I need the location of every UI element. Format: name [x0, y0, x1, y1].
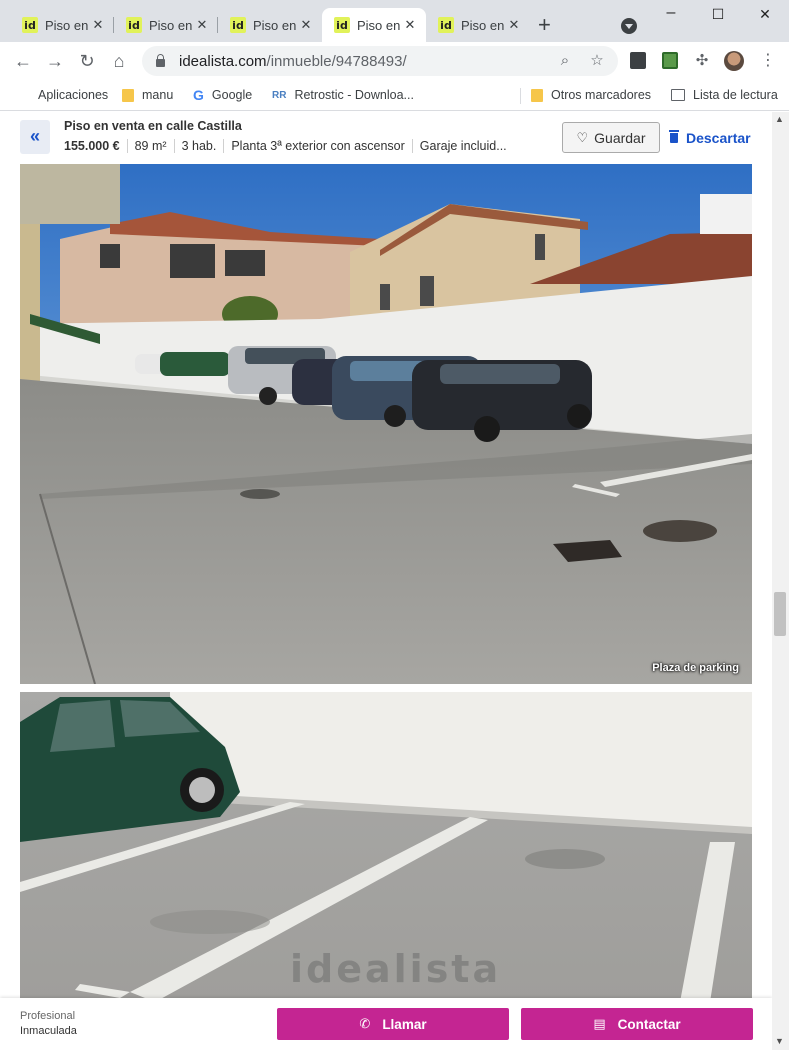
- bookmarks-bar: Aplicaciones manu G Google RR Retrostic …: [0, 80, 789, 111]
- window-close-icon[interactable]: ✕: [753, 6, 777, 26]
- folder-icon: [122, 88, 134, 102]
- tab-title: Piso en venta en calle Castilla: [253, 17, 298, 33]
- tab-title: Piso en venta en calle Castilla: [45, 17, 90, 33]
- ad-features: 155.000 € 89 m² 3 hab. Planta 3ª exterio…: [64, 139, 514, 153]
- feature-floor: Planta 3ª exterior con ascensor: [223, 139, 411, 153]
- avatar[interactable]: [724, 51, 744, 71]
- parking-photo-image: [20, 164, 752, 684]
- scroll-down-icon[interactable]: ▼: [775, 1036, 784, 1046]
- retrostic-icon: RR: [272, 89, 287, 101]
- forward-arrow-icon[interactable]: →: [42, 48, 68, 74]
- idealista-favicon-icon: id: [438, 17, 454, 33]
- scroll-thumb[interactable]: [774, 592, 786, 636]
- tab-search-icon[interactable]: [621, 18, 637, 34]
- chat-icon: ▤: [593, 1016, 606, 1031]
- reading-list-button[interactable]: Lista de lectura: [671, 86, 778, 104]
- browser-tab[interactable]: id Piso en venta en calle Castilla ✕: [10, 8, 114, 42]
- heart-icon: ♡: [576, 129, 589, 145]
- listing-photo[interactable]: Plaza de parking: [20, 164, 752, 684]
- save-label: Guardar: [594, 129, 646, 146]
- discard-label: Descartar: [686, 129, 751, 146]
- close-icon[interactable]: ✕: [194, 17, 210, 33]
- scroll-up-icon[interactable]: ▲: [775, 114, 784, 124]
- close-icon[interactable]: ✕: [506, 17, 522, 33]
- feature-rooms: 3 hab.: [173, 139, 224, 153]
- tab-strip: id Piso en venta en calle Castilla ✕ id …: [0, 0, 789, 42]
- professional-label: Profesional: [20, 1010, 76, 1022]
- more-menu-icon[interactable]: ⋮: [760, 51, 776, 71]
- listing-photo[interactable]: idealista: [20, 692, 752, 1002]
- feature-garage: Garaje incluid...: [411, 139, 514, 153]
- call-label: Llamar: [382, 1016, 427, 1032]
- page-title: Piso en venta en calle Castilla: [64, 119, 242, 133]
- price: 155.000 €: [64, 139, 120, 153]
- reading-list-icon: [671, 89, 685, 101]
- page-viewport: Plaza de parking idealista « Piso en ven…: [0, 112, 789, 1050]
- bookmark-folder[interactable]: Otros marcadores: [531, 86, 651, 104]
- home-icon[interactable]: ⌂: [106, 48, 132, 74]
- bookmark-label: Lista de lectura: [693, 88, 778, 102]
- bookmark-item[interactable]: Aplicaciones: [16, 86, 108, 104]
- extension-icon[interactable]: [662, 52, 678, 69]
- browser-tab[interactable]: id Piso en venta en calle Castilla ✕: [426, 8, 530, 42]
- minimize-icon[interactable]: –: [659, 4, 683, 24]
- idealista-favicon-icon: id: [126, 17, 142, 33]
- browser-tab-active[interactable]: id Piso en venta en calle Castilla ✕: [322, 8, 426, 42]
- contact-button[interactable]: ▤ Contactar: [521, 1008, 753, 1040]
- call-button[interactable]: ✆ Llamar: [277, 1008, 509, 1040]
- close-icon[interactable]: ✕: [90, 17, 106, 33]
- browser-tab[interactable]: id Piso en venta en calle Castilla ✕: [114, 8, 218, 42]
- idealista-favicon-icon: id: [230, 17, 246, 33]
- bookmark-item[interactable]: RR Retrostic - Downloa...: [272, 86, 414, 104]
- bookmark-label: Retrostic - Downloa...: [294, 88, 414, 102]
- idealista-favicon-icon: id: [334, 17, 350, 33]
- new-tab-icon[interactable]: +: [538, 14, 551, 36]
- browser-tab[interactable]: id Piso en venta en calle Castilla ✕: [218, 8, 322, 42]
- bookmark-star-icon[interactable]: ☆: [586, 50, 608, 72]
- photo-caption: Plaza de parking: [652, 662, 739, 674]
- puzzle-extensions-icon[interactable]: ✣: [689, 48, 715, 74]
- tab-title: Piso en venta en calle Castilla: [149, 17, 194, 33]
- extension-icon[interactable]: [630, 52, 646, 69]
- maximize-icon[interactable]: ☐: [706, 6, 730, 26]
- feature-size: 89 m²: [126, 139, 174, 153]
- zoom-icon[interactable]: ⌕: [554, 50, 576, 72]
- close-icon[interactable]: ✕: [298, 17, 314, 33]
- url-host: idealista.com: [179, 52, 267, 70]
- bookmark-label: Google: [211, 88, 253, 102]
- bookmark-label: Aplicaciones: [38, 88, 109, 102]
- url-path: /inmueble/94788493/: [266, 52, 407, 70]
- google-icon: G: [193, 87, 204, 103]
- tab-title: Piso en venta en calle Castilla: [461, 17, 506, 33]
- bookmark-folder[interactable]: manu: [122, 86, 173, 104]
- bookmark-item[interactable]: G Google: [193, 86, 252, 104]
- apps-grid-icon: [16, 88, 30, 102]
- reload-icon[interactable]: ↻: [74, 48, 100, 74]
- lock-icon: [156, 54, 165, 67]
- discard-button[interactable]: Descartar: [669, 122, 751, 153]
- save-button[interactable]: ♡ Guardar: [562, 122, 660, 153]
- bookmark-label: Otros marcadores: [551, 88, 652, 102]
- phone-icon: ✆: [359, 1016, 371, 1031]
- back-double-chevron-icon[interactable]: «: [20, 120, 50, 154]
- bookmarks-separator: [520, 88, 521, 104]
- back-arrow-icon[interactable]: ←: [10, 48, 36, 74]
- watermark-logo: idealista: [290, 947, 502, 991]
- scrollbar[interactable]: ▲ ▼: [772, 112, 789, 1050]
- agency-name: Inmaculada: [20, 1025, 77, 1037]
- close-icon[interactable]: ✕: [402, 17, 418, 33]
- contact-label: Contactar: [617, 1016, 681, 1032]
- bookmark-label: manu: [142, 88, 174, 102]
- address-bar[interactable]: idealista.com/inmueble/94788493/ ⌕ ☆: [142, 46, 618, 76]
- contact-bar: Profesional Inmaculada ✆ Llamar ▤ Contac…: [0, 998, 772, 1050]
- browser-toolbar: ← → ↻ ⌂ idealista.com/inmueble/94788493/…: [0, 42, 789, 80]
- folder-icon: [531, 88, 543, 102]
- ad-sticky-header: « Piso en venta en calle Castilla 155.00…: [20, 112, 772, 164]
- tab-title: Piso en venta en calle Castilla: [357, 17, 402, 33]
- idealista-favicon-icon: id: [22, 17, 38, 33]
- trash-icon: [669, 129, 679, 143]
